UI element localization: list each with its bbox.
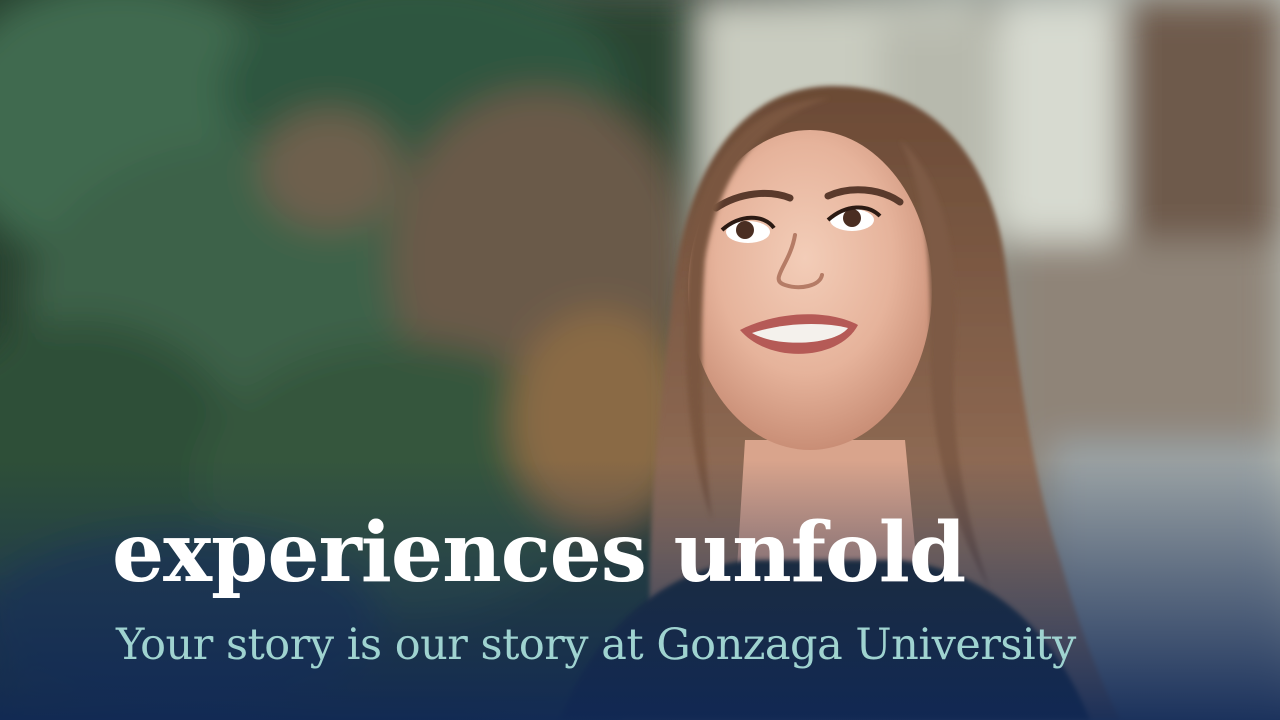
subheadline: Your story is our story at Gonzaga Unive…: [116, 620, 1076, 670]
headline: experiences unfold: [112, 505, 966, 601]
video-thumbnail: experiences unfold Your story is our sto…: [0, 0, 1280, 720]
